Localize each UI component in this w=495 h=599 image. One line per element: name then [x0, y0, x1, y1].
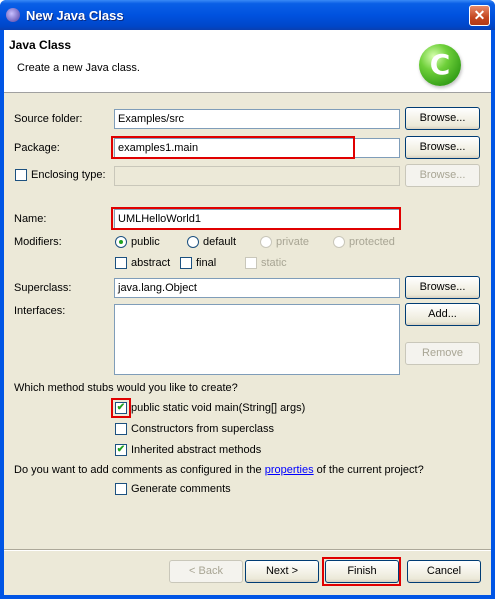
superclass-browse-button[interactable]: Browse...: [405, 276, 480, 299]
add-interface-button[interactable]: Add...: [405, 303, 480, 326]
finish-button[interactable]: Finish: [325, 560, 399, 583]
name-label: Name:: [14, 213, 47, 225]
default-label: default: [203, 236, 237, 248]
source-folder-input[interactable]: Examples/src: [114, 109, 400, 129]
abstract-label: abstract: [131, 257, 171, 269]
wizard-banner: Java Class Create a new Java class. C: [4, 30, 491, 93]
generate-comments-label: Generate comments: [131, 483, 231, 495]
protected-label: protected: [349, 236, 395, 248]
comments-question: Do you want to add comments as configure…: [14, 464, 424, 476]
title-bar[interactable]: New Java Class ✕: [0, 0, 495, 30]
interfaces-list[interactable]: [114, 304, 400, 375]
footer-separator: [4, 549, 491, 551]
eclipse-icon: [6, 8, 20, 22]
modifiers-label: Modifiers:: [14, 236, 62, 248]
private-label: private: [276, 236, 310, 248]
protected-radio: [333, 236, 345, 248]
main-method-checkbox[interactable]: ✔: [115, 402, 127, 414]
cancel-button[interactable]: Cancel: [407, 560, 481, 583]
constructors-checkbox[interactable]: [115, 423, 127, 435]
final-checkbox[interactable]: [180, 257, 192, 269]
generate-comments-checkbox[interactable]: [115, 483, 127, 495]
banner-description: Create a new Java class.: [17, 62, 140, 74]
private-radio: [260, 236, 272, 248]
package-label: Package:: [14, 142, 60, 154]
enclosing-type-label: Enclosing type:: [31, 169, 106, 181]
remove-interface-button: Remove: [405, 342, 480, 365]
window-title: New Java Class: [26, 8, 124, 23]
inherited-methods-label: Inherited abstract methods: [131, 444, 262, 456]
public-label: public: [131, 236, 160, 248]
interfaces-label: Interfaces:: [14, 305, 66, 317]
source-folder-label: Source folder:: [14, 113, 83, 125]
enclosing-type-browse-button: Browse...: [405, 164, 480, 187]
name-input[interactable]: UMLHelloWorld1: [114, 209, 400, 229]
source-folder-browse-button[interactable]: Browse...: [405, 107, 480, 130]
new-java-class-dialog: New Java Class ✕ Java Class Create a new…: [0, 0, 495, 599]
inherited-methods-checkbox[interactable]: ✔: [115, 444, 127, 456]
back-button: < Back: [169, 560, 243, 583]
final-label: final: [196, 257, 217, 269]
package-browse-button[interactable]: Browse...: [405, 136, 480, 159]
constructors-label: Constructors from superclass: [131, 423, 275, 435]
dialog-client-area: Java Class Create a new Java class. C So…: [4, 30, 491, 595]
main-method-label: public static void main(String[] args): [131, 402, 306, 414]
package-input[interactable]: examples1.main: [114, 138, 400, 158]
enclosing-type-input: [114, 166, 400, 186]
public-radio[interactable]: [115, 236, 127, 248]
enclosing-type-checkbox[interactable]: [15, 169, 27, 181]
next-button[interactable]: Next >: [245, 560, 319, 583]
banner-title: Java Class: [9, 38, 72, 52]
superclass-label: Superclass:: [14, 282, 72, 294]
java-class-logo-icon: C: [419, 44, 461, 86]
default-radio[interactable]: [187, 236, 199, 248]
superclass-input[interactable]: java.lang.Object: [114, 278, 400, 298]
method-stubs-question: Which method stubs would you like to cre…: [14, 382, 238, 394]
static-checkbox: [245, 257, 257, 269]
properties-link[interactable]: properties: [265, 464, 314, 476]
close-button[interactable]: ✕: [469, 5, 490, 26]
abstract-checkbox[interactable]: [115, 257, 127, 269]
static-label: static: [261, 257, 287, 269]
